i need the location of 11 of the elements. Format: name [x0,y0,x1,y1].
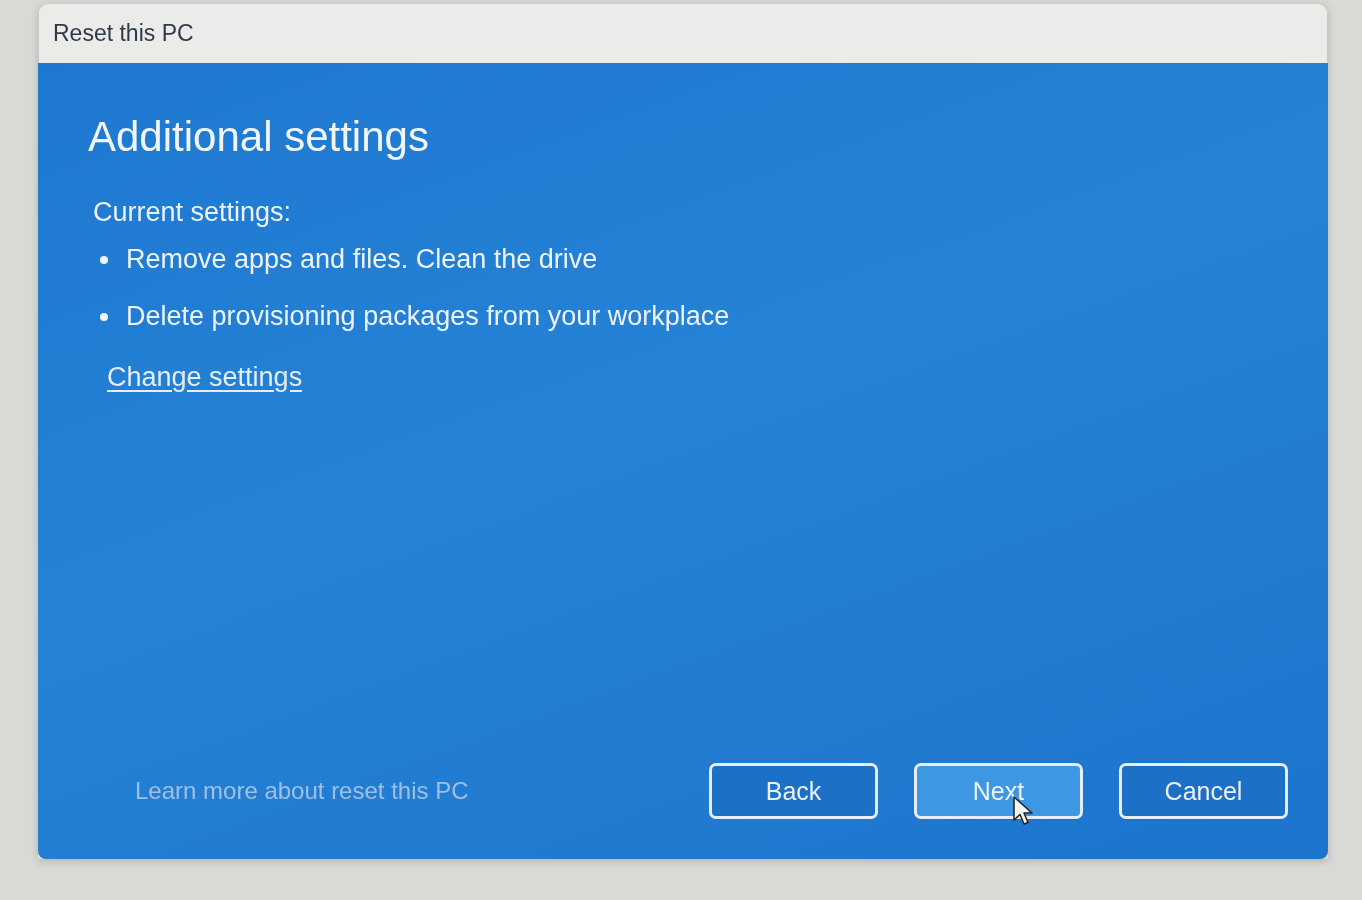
learn-more-link[interactable]: Learn more about reset this PC [135,777,469,805]
window-title: Reset this PC [53,20,194,47]
bullet-icon [100,312,108,321]
bullet-icon [100,255,108,264]
section-label: Current settings: [93,197,292,228]
dialog-button[interactable]: Back [709,763,878,819]
dialog-button[interactable]: Cancel [1119,763,1288,819]
setting-text: Delete provisioning packages from your workplace [126,301,730,332]
page-heading: Additional settings [88,113,429,161]
change-settings-link[interactable]: Change settings [107,362,303,393]
setting-text: Remove apps and files. Clean the drive [126,244,598,275]
